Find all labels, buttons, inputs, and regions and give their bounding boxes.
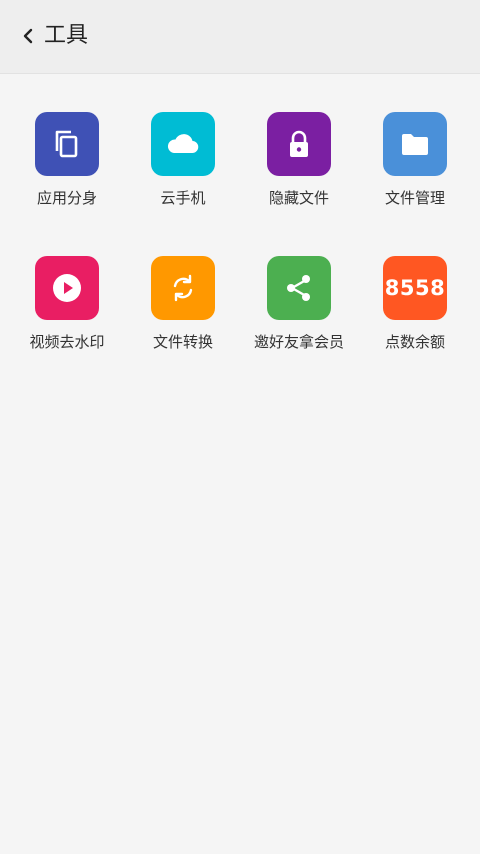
points-balance-value: 8558 <box>384 276 446 300</box>
tool-label: 隐藏文件 <box>268 189 329 207</box>
hidden-files-tile-bg <box>267 112 331 176</box>
tool-video-watermark[interactable]: 视频去水印 <box>9 256 125 352</box>
tool-label: 点数余额 <box>384 333 445 351</box>
tool-label: 应用分身 <box>36 189 97 207</box>
video-watermark-tile-bg <box>35 256 99 320</box>
top-bar: 工具 <box>0 0 480 74</box>
points-balance-icon: 8558 <box>383 256 447 320</box>
play-icon <box>53 274 81 302</box>
tool-label: 文件转换 <box>152 333 213 351</box>
copy-icon <box>55 130 78 158</box>
tool-label: 邀好友拿会员 <box>253 333 344 351</box>
file-convert-tile-bg <box>151 256 215 320</box>
cloud-icon <box>167 134 199 154</box>
share-icon <box>287 275 310 301</box>
app-clone-tile-bg <box>35 112 99 176</box>
chevron-left-icon <box>23 28 33 44</box>
tool-points-balance[interactable]: 8558 点数余额 <box>357 256 473 352</box>
lock-icon <box>290 130 308 157</box>
tool-file-manager[interactable]: 文件管理 <box>357 112 473 208</box>
tool-label: 云手机 <box>160 189 206 207</box>
back-button[interactable] <box>14 22 42 50</box>
tool-label: 文件管理 <box>384 189 445 207</box>
tool-invite-friends[interactable]: 邀好友拿会员 <box>241 256 357 352</box>
folder-icon <box>402 134 428 155</box>
tool-file-convert[interactable]: 文件转换 <box>125 256 241 352</box>
file-manager-tile-bg <box>383 112 447 176</box>
tool-hidden-files[interactable]: 隐藏文件 <box>241 112 357 208</box>
tool-app-clone[interactable]: 应用分身 <box>9 112 125 208</box>
sync-icon <box>173 274 193 302</box>
invite-friends-tile-bg <box>267 256 331 320</box>
tool-cloud-phone[interactable]: 云手机 <box>125 112 241 208</box>
page-title: 工具 <box>44 23 89 48</box>
cloud-phone-tile-bg <box>151 112 215 176</box>
tool-label: 视频去水印 <box>29 333 105 351</box>
